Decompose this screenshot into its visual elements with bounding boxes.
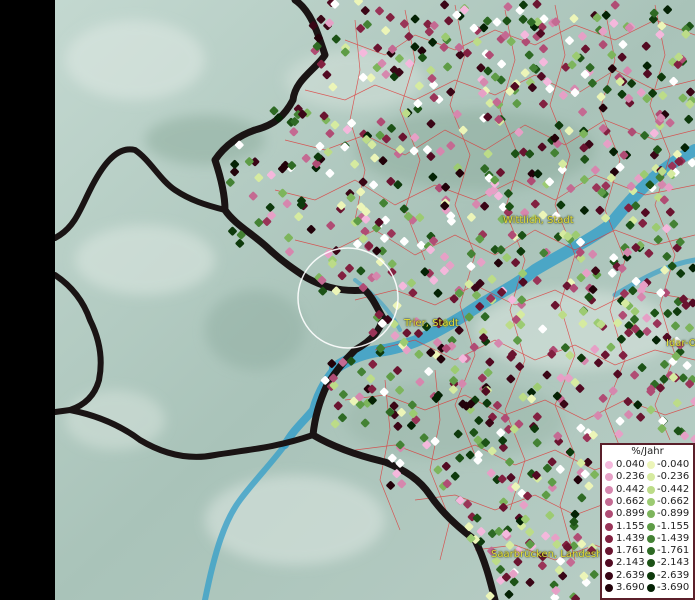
- legend-value-positive: 0.236: [616, 471, 645, 483]
- legend-value-negative: -0.442: [657, 483, 690, 495]
- legend-swatch-positive: [605, 473, 613, 482]
- legend-value-positive: 0.899: [616, 508, 645, 520]
- legend-value-negative: -0.899: [657, 508, 690, 520]
- legend-row: 2.143 -2.143: [602, 557, 695, 569]
- legend-row: 0.899 -0.899: [602, 508, 695, 520]
- legend-swatch-negative: [647, 461, 655, 469]
- legend-value-negative: -1.761: [657, 545, 690, 557]
- legend-value-positive: 0.662: [616, 495, 645, 507]
- legend-swatch-negative: [647, 571, 655, 580]
- legend-swatch-negative: [647, 497, 655, 506]
- legend-value-negative: -0.236: [657, 471, 690, 483]
- legend-value-negative: -0.040: [657, 459, 690, 470]
- legend-row: 2.639 -2.639: [602, 570, 695, 582]
- city-label-wittlich: Wittlich, Stadt: [503, 215, 574, 226]
- legend-row: 3.690 -3.690: [602, 582, 695, 594]
- legend-value-positive: 3.690: [616, 582, 645, 593]
- city-label-saarbruecken: Saarbrücken, Landesh: [491, 549, 603, 560]
- legend-title: %/Jahr: [631, 446, 664, 457]
- legend-swatch-positive: [605, 522, 613, 531]
- legend-value-negative: -3.690: [657, 582, 690, 593]
- legend-row: 0.662 -0.662: [602, 496, 695, 508]
- legend-swatch-positive: [605, 571, 613, 580]
- legend-value-positive: 1.761: [616, 545, 645, 557]
- legend: %/Jahr 0.040 -0.040 0.236 -0.236 0.442 -0.442…: [600, 443, 695, 600]
- legend-swatch-negative: [647, 473, 655, 482]
- legend-value-negative: -1.439: [657, 532, 690, 544]
- legend-value-negative: -2.143: [657, 557, 690, 569]
- legend-swatch-positive: [605, 547, 613, 556]
- map-canvas[interactable]: [55, 0, 695, 600]
- legend-value-positive: 0.040: [616, 459, 645, 470]
- legend-swatch-negative: [647, 584, 655, 592]
- legend-swatch-negative: [647, 510, 655, 519]
- legend-swatch-negative: [647, 534, 655, 543]
- legend-value-negative: -2.639: [657, 569, 690, 581]
- legend-swatch-negative: [647, 485, 655, 494]
- legend-swatch-positive: [605, 510, 613, 519]
- legend-row: 1.155 -1.155: [602, 521, 695, 533]
- legend-swatch-positive: [605, 497, 613, 506]
- legend-swatch-negative: [647, 559, 655, 568]
- left-black-bar: [0, 0, 55, 600]
- legend-value-negative: -1.155: [657, 520, 690, 532]
- legend-row: 0.236 -0.236: [602, 471, 695, 483]
- legend-value-positive: 0.442: [616, 483, 645, 495]
- legend-swatch-negative: [647, 522, 655, 531]
- legend-row: 1.761 -1.761: [602, 545, 695, 557]
- legend-value-positive: 1.155: [616, 520, 645, 532]
- legend-swatch-positive: [605, 534, 613, 543]
- legend-value-positive: 2.639: [616, 569, 645, 581]
- legend-swatch-negative: [647, 547, 655, 556]
- city-label-idar-oberstein: Idar-O: [666, 338, 695, 349]
- legend-row: 0.442 -0.442: [602, 484, 695, 496]
- legend-row: 1.439 -1.439: [602, 533, 695, 545]
- legend-value-positive: 1.439: [616, 532, 645, 544]
- legend-swatch-positive: [605, 461, 613, 469]
- legend-row: 0.040 -0.040: [602, 459, 695, 471]
- legend-value-positive: 2.143: [616, 557, 645, 569]
- map-viewport[interactable]: Wittlich, Stadt Trier, Stadt Idar-O Saar…: [0, 0, 695, 600]
- city-label-trier: Trier, Stadt: [404, 318, 459, 329]
- legend-swatch-positive: [605, 584, 613, 592]
- legend-swatch-positive: [605, 485, 613, 494]
- legend-value-negative: -0.662: [657, 495, 690, 507]
- legend-swatch-positive: [605, 559, 613, 568]
